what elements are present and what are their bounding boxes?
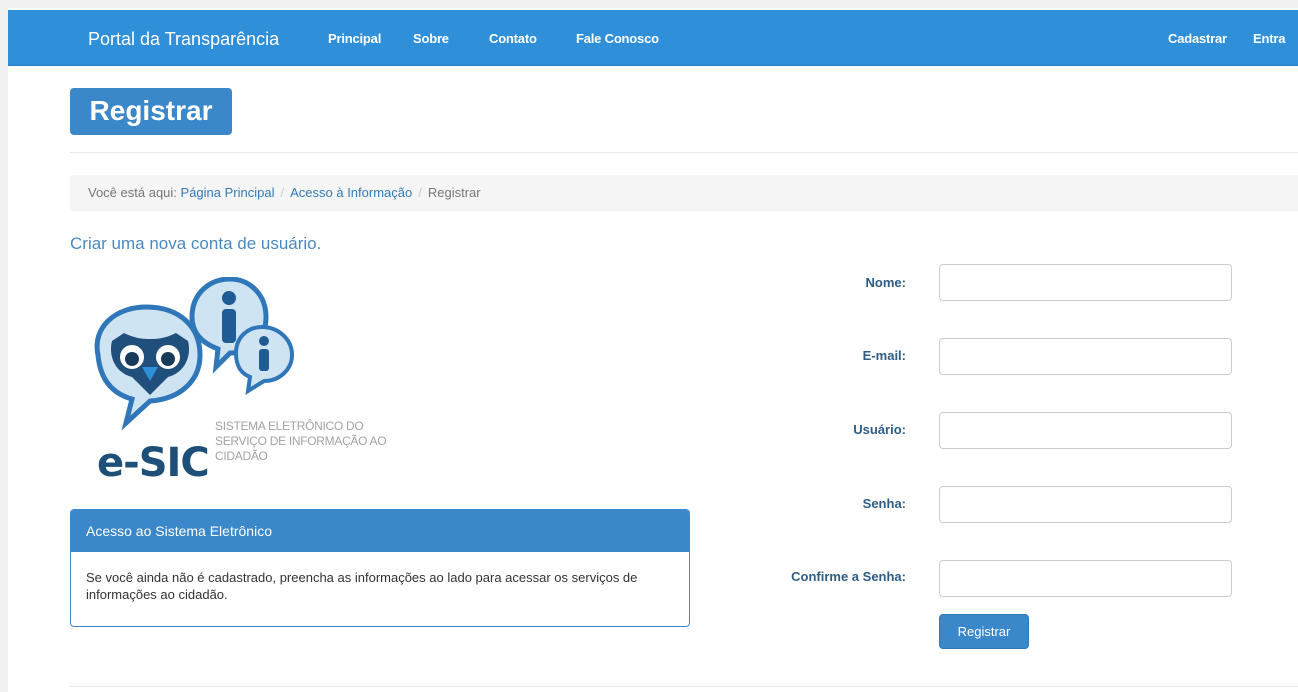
name-field[interactable] [939, 264, 1232, 301]
email-label: E-mail: [862, 348, 906, 363]
browser-shade-left [0, 0, 8, 692]
email-field[interactable] [939, 338, 1232, 375]
breadcrumb-separator: / [418, 185, 422, 200]
esic-logo-line: SERVIÇO DE INFORMAÇÃO AO [215, 434, 387, 448]
nav-link-contato[interactable]: Contato [489, 31, 537, 46]
top-navbar: Portal da Transparência Principal Sobre … [8, 10, 1298, 66]
browser-shade-top [0, 0, 1298, 8]
page-title: Registrar [70, 88, 232, 135]
esic-logo-line: CIDADÃO [215, 449, 268, 463]
form-subtitle: Criar uma nova conta de usuário. [70, 234, 322, 253]
info-panel: Acesso ao Sistema Eletrônico Se você ain… [70, 509, 690, 627]
nav-link-sobre[interactable]: Sobre [413, 31, 449, 46]
brand-link[interactable]: Portal da Transparência [88, 29, 279, 50]
info-panel-body: Se você ainda não é cadastrado, preencha… [86, 570, 638, 602]
password-field[interactable] [939, 486, 1232, 523]
nav-link-principal[interactable]: Principal [328, 31, 381, 46]
username-field[interactable] [939, 412, 1232, 449]
breadcrumb: Você está aqui: Página Principal / Acesso … [70, 175, 1298, 211]
breadcrumb-current: Registrar [427, 185, 481, 200]
nav-link-fale-conosco[interactable]: Fale Conosco [576, 31, 659, 46]
nav-link-entrar[interactable]: Entra [1253, 31, 1285, 46]
username-label: Usuário: [853, 422, 906, 437]
register-button[interactable]: Registrar [939, 614, 1029, 649]
nav-link-cadastrar[interactable]: Cadastrar [1168, 31, 1227, 46]
divider [70, 686, 1298, 687]
info-panel-title: Acesso ao Sistema Eletrônico [71, 510, 689, 552]
name-label: Nome: [865, 275, 906, 290]
breadcrumb-prefix: Você está aqui: [88, 185, 177, 200]
divider [70, 152, 1298, 153]
esic-logo-line: SISTEMA ELETRÔNICO DO [215, 419, 364, 433]
breadcrumb-link-home[interactable]: Página Principal [181, 185, 275, 200]
esic-logo-name: e-SIC [97, 440, 210, 486]
breadcrumb-separator: / [280, 185, 285, 200]
confirm-password-field[interactable] [939, 560, 1232, 597]
breadcrumb-link-access[interactable]: Acesso à Informação [290, 185, 412, 200]
password-label: Senha: [862, 496, 906, 511]
esic-logo-subtitle: SISTEMA ELETRÔNICO DO SERVIÇO DE INFORMA… [215, 419, 387, 464]
confirm-password-label: Confirme a Senha: [791, 569, 906, 584]
